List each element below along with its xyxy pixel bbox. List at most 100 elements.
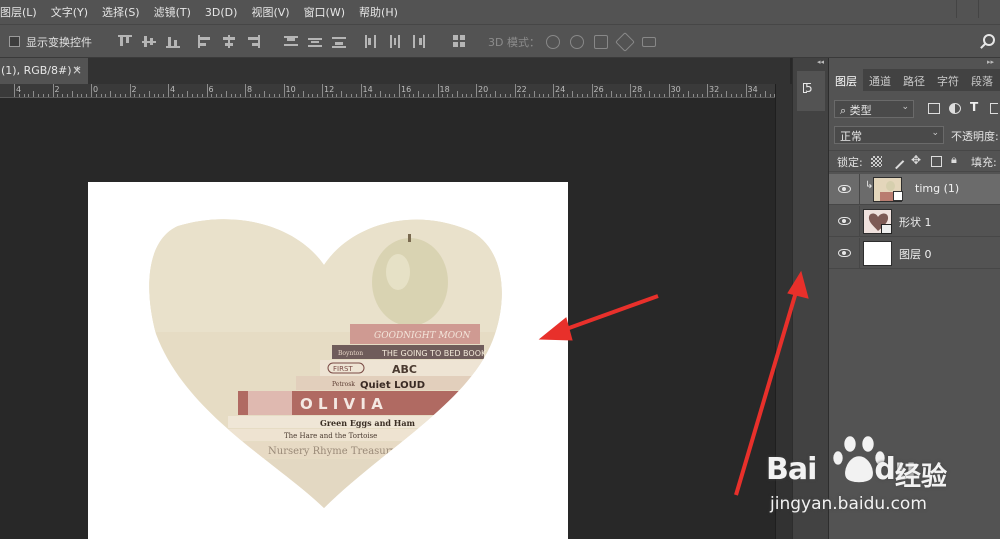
menu-3d[interactable]: 3D(D)	[198, 6, 245, 19]
visibility-eye-icon[interactable]	[838, 249, 851, 257]
menu-view[interactable]: 视图(V)	[244, 4, 296, 20]
ruler-tick	[317, 94, 319, 97]
minimize-button[interactable]	[956, 0, 978, 18]
ruler-label: 2	[131, 85, 137, 94]
menu-layer[interactable]: 图层(L)	[0, 4, 44, 20]
lock-brush-icon[interactable]	[888, 153, 905, 170]
ruler-tick	[490, 94, 492, 97]
close-tab-icon[interactable]: ×	[72, 63, 82, 77]
ruler-tick	[124, 94, 126, 97]
ruler-tick	[346, 94, 348, 97]
tab-channels[interactable]: 通道	[863, 69, 897, 91]
lock-label: 锁定:	[837, 156, 863, 169]
distribute-right-icon[interactable]	[412, 35, 426, 48]
document-canvas[interactable]: GOODNIGHT MOON Boynton THE GOING TO BED …	[88, 182, 568, 539]
document-tab[interactable]: (1), RGB/8#) * ×	[0, 58, 88, 84]
visibility-eye-icon[interactable]	[838, 217, 851, 225]
ruler-tick	[769, 94, 771, 97]
distribute-hcenter-icon[interactable]	[388, 35, 402, 48]
lock-artboard-icon[interactable]	[931, 156, 942, 167]
show-transform-controls-checkbox[interactable]	[9, 36, 20, 47]
align-top-icon[interactable]	[118, 35, 132, 48]
ruler-tick	[225, 91, 227, 97]
ruler-tick	[350, 94, 352, 97]
align-right-icon[interactable]	[246, 35, 260, 48]
filter-shape-icon[interactable]	[990, 103, 998, 114]
tab-paragraph[interactable]: 段落	[965, 69, 999, 91]
tab-paths[interactable]: 路径	[897, 69, 931, 91]
3d-pan-icon[interactable]	[594, 35, 608, 49]
ruler-label: 4	[16, 85, 22, 94]
distribute-left-icon[interactable]	[364, 35, 378, 48]
ruler-tick	[71, 91, 73, 97]
menu-select[interactable]: 选择(S)	[95, 4, 147, 20]
book-6-title: Green Eggs and Ham	[320, 418, 416, 428]
layer-name[interactable]: timg (1)	[915, 182, 959, 195]
ruler-tick	[572, 91, 574, 97]
menu-type[interactable]: 文字(Y)	[44, 4, 95, 20]
ruler-label: 8	[247, 85, 253, 94]
3d-camera-icon[interactable]	[642, 37, 656, 47]
visibility-eye-icon[interactable]	[838, 185, 851, 193]
layer-filter-row: ⌕ 类型 ⌄ T	[834, 100, 1000, 120]
align-hcenter-icon[interactable]	[222, 35, 236, 48]
distribute-bottom-icon[interactable]	[332, 35, 346, 48]
ruler-tick	[630, 84, 631, 97]
lock-transparent-icon[interactable]	[871, 156, 882, 167]
distribute-top-icon[interactable]	[284, 35, 298, 48]
ruler-tick	[615, 94, 617, 97]
ruler-tick	[625, 94, 627, 97]
lock-all-icon[interactable]: 🔒︎	[951, 153, 962, 166]
ruler-tick	[601, 94, 603, 97]
collapse-strip-icon[interactable]: ◂◂	[817, 58, 824, 66]
ruler-tick	[249, 94, 251, 97]
ruler-tick	[408, 94, 410, 97]
3d-orbit-icon[interactable]	[546, 35, 560, 49]
ruler-tick	[230, 94, 232, 97]
menu-filter[interactable]: 滤镜(T)	[147, 4, 198, 20]
horizontal-ruler[interactable]: 4 2 0 2 4 6 8 10 12 14 16 18 20 22 24 26 28 30 32 34	[0, 84, 775, 98]
ruler-tick	[110, 91, 112, 97]
filter-pixel-icon[interactable]	[928, 103, 940, 114]
search-icon[interactable]	[983, 34, 995, 46]
ruler-tick	[519, 94, 521, 97]
ruler-tick	[504, 94, 506, 97]
menu-help[interactable]: 帮助(H)	[352, 4, 405, 20]
filter-type-icon[interactable]: T	[970, 100, 982, 114]
filter-kind-select[interactable]: ⌕ 类型 ⌄	[834, 100, 914, 118]
3d-slide-icon[interactable]	[615, 32, 635, 52]
tab-character[interactable]: 字符	[931, 69, 965, 91]
ruler-tick	[66, 94, 68, 97]
history-panel-icon[interactable]: 5	[797, 71, 825, 111]
layer-name[interactable]: 形状 1	[899, 214, 932, 230]
align-left-icon[interactable]	[198, 35, 212, 48]
ruler-tick	[658, 94, 660, 97]
collapse-panel-icon[interactable]: ▸▸	[987, 58, 994, 66]
ruler-tick	[634, 94, 636, 97]
ruler-label: 4	[170, 85, 176, 94]
panel-tabs: 图层 通道 路径 字符 段落	[829, 69, 1000, 91]
ruler-tick	[33, 91, 35, 97]
photoshop-window: 图层(L) 文字(Y) 选择(S) 滤镜(T) 3D(D) 视图(V) 窗口(W…	[0, 0, 1000, 539]
layer-row-layer0[interactable]: 图层 0	[829, 238, 1000, 269]
3d-roll-icon[interactable]	[570, 35, 584, 49]
tab-layers[interactable]: 图层	[829, 69, 863, 91]
ruler-tick	[168, 84, 169, 97]
ruler-tick	[91, 84, 92, 97]
align-bottom-icon[interactable]	[166, 35, 180, 48]
blend-mode-select[interactable]: 正常 ⌄	[834, 126, 944, 144]
canvas-area[interactable]: GOODNIGHT MOON Boynton THE GOING TO BED …	[0, 98, 775, 539]
layer-row-timg[interactable]: ↳ timg (1)	[829, 174, 1000, 205]
ruler-tick	[62, 94, 64, 97]
distribute-vcenter-icon[interactable]	[308, 35, 322, 48]
layer-name[interactable]: 图层 0	[899, 246, 932, 262]
menu-window[interactable]: 窗口(W)	[297, 4, 352, 20]
filter-adjustment-icon[interactable]	[949, 103, 961, 114]
ruler-tick	[23, 94, 25, 97]
layer-row-shape[interactable]: 形状 1	[829, 206, 1000, 237]
auto-align-icon[interactable]	[452, 35, 466, 48]
ruler-label: 18	[439, 85, 450, 94]
align-vcenter-icon[interactable]	[142, 35, 156, 48]
restore-button[interactable]	[978, 0, 1000, 18]
lock-move-icon[interactable]: ✥	[911, 153, 922, 167]
